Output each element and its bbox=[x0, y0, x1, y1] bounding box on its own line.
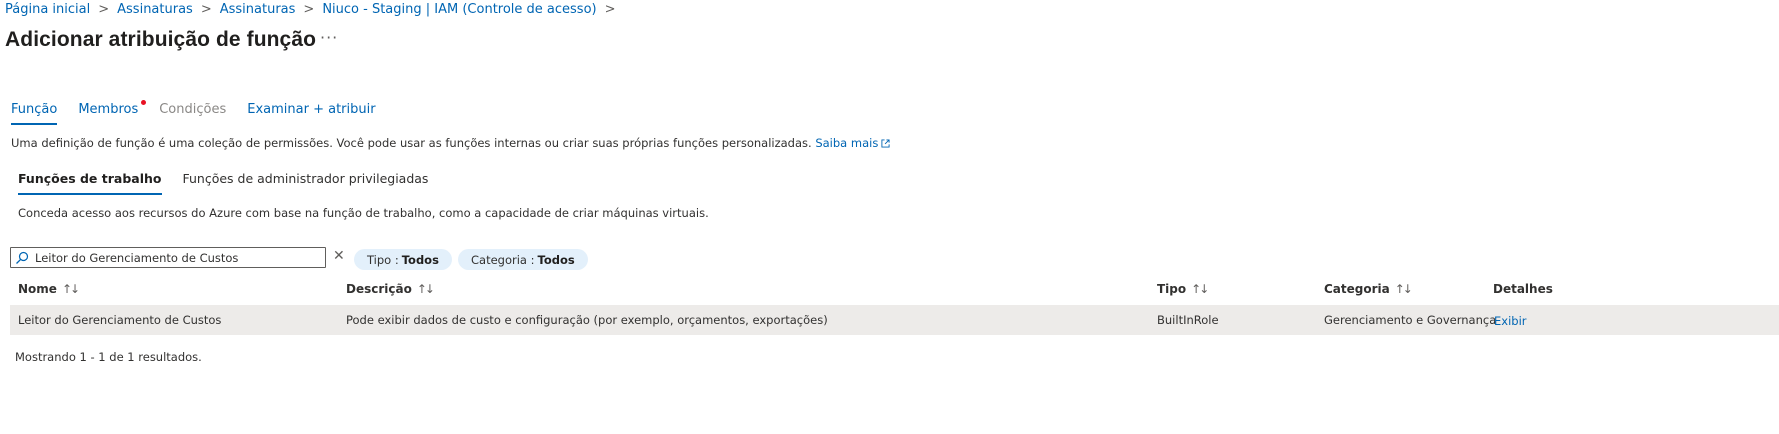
sort-icon[interactable]: ↑↓ bbox=[1191, 282, 1209, 296]
role-definition-description: Uma definição de função é uma coleção de… bbox=[11, 136, 890, 151]
cell-detalhes: Exibir bbox=[1494, 314, 1527, 328]
description-text: Uma definição de função é uma coleção de… bbox=[11, 136, 812, 150]
breadcrumb-separator: > bbox=[98, 2, 110, 17]
job-roles-description: Conceda acesso aos recursos do Azure com… bbox=[18, 206, 709, 220]
tab-membros-label: Membros bbox=[78, 102, 139, 117]
filter-categoria-pill[interactable]: Categoria : Todos bbox=[458, 249, 588, 270]
view-details-link[interactable]: Exibir bbox=[1494, 314, 1527, 328]
search-icon bbox=[16, 251, 29, 264]
breadcrumb-separator: > bbox=[303, 2, 315, 17]
sort-icon[interactable]: ↑↓ bbox=[417, 282, 435, 296]
column-header-descricao[interactable]: Descrição ↑↓ bbox=[346, 282, 435, 296]
filter-categoria-value: Todos bbox=[537, 252, 575, 267]
breadcrumb-separator: > bbox=[604, 2, 616, 17]
filter-tipo-value: Todos bbox=[401, 252, 439, 267]
breadcrumb: Página inicial > Assinaturas > Assinatur… bbox=[5, 2, 624, 17]
role-type-tabs: Funções de trabalho Funções de administr… bbox=[18, 168, 449, 195]
clear-search-icon[interactable]: ✕ bbox=[333, 248, 345, 264]
breadcrumb-subscriptions[interactable]: Assinaturas bbox=[117, 2, 193, 17]
cell-nome: Leitor do Gerenciamento de Custos bbox=[18, 313, 222, 327]
column-header-detalhes: Detalhes bbox=[1493, 282, 1553, 296]
tab-condicoes: Condições bbox=[159, 102, 227, 117]
tab-examinar-atribuir[interactable]: Examinar + atribuir bbox=[247, 98, 375, 125]
tab-funcao[interactable]: Função bbox=[11, 98, 58, 125]
breadcrumb-iam[interactable]: Niuco - Staging | IAM (Controle de acess… bbox=[322, 2, 596, 17]
column-header-nome[interactable]: Nome ↑↓ bbox=[18, 282, 80, 296]
column-header-tipo[interactable]: Tipo ↑↓ bbox=[1157, 282, 1209, 296]
column-header-descricao-label: Descrição bbox=[346, 282, 412, 296]
role-search-box bbox=[10, 247, 326, 268]
filter-tipo-pill[interactable]: Tipo : Todos bbox=[354, 249, 452, 270]
breadcrumb-separator: > bbox=[200, 2, 212, 17]
results-count: Mostrando 1 - 1 de 1 resultados. bbox=[15, 350, 202, 364]
sort-icon[interactable]: ↑↓ bbox=[62, 282, 80, 296]
cell-tipo: BuiltInRole bbox=[1157, 313, 1219, 327]
wizard-tabs: Função Membros Condições Examinar + atri… bbox=[11, 98, 397, 125]
column-header-detalhes-label: Detalhes bbox=[1493, 282, 1553, 296]
page-title: Adicionar atribuição de função bbox=[5, 28, 317, 51]
filter-categoria-label: Categoria : bbox=[471, 252, 535, 267]
column-header-categoria[interactable]: Categoria ↑↓ bbox=[1324, 282, 1413, 296]
tab-funcoes-admin-privilegiadas[interactable]: Funções de administrador privilegiadas bbox=[183, 168, 429, 195]
learn-more-label: Saiba mais bbox=[815, 136, 879, 150]
tab-membros[interactable]: Membros bbox=[78, 98, 147, 125]
more-options-button[interactable]: ··· bbox=[320, 28, 338, 47]
breadcrumb-subscriptions-2[interactable]: Assinaturas bbox=[220, 2, 296, 17]
required-dot-icon bbox=[141, 100, 147, 105]
filter-tipo-label: Tipo : bbox=[367, 252, 399, 267]
external-link-icon bbox=[881, 137, 890, 151]
column-header-tipo-label: Tipo bbox=[1157, 282, 1187, 296]
breadcrumb-home[interactable]: Página inicial bbox=[5, 2, 90, 17]
cell-descricao: Pode exibir dados de custo e configuraçã… bbox=[346, 313, 828, 327]
column-header-categoria-label: Categoria bbox=[1324, 282, 1390, 296]
sort-icon[interactable]: ↑↓ bbox=[1395, 282, 1413, 296]
column-header-nome-label: Nome bbox=[18, 282, 57, 296]
role-search-input[interactable] bbox=[35, 250, 315, 265]
tab-funcoes-trabalho[interactable]: Funções de trabalho bbox=[18, 168, 162, 195]
cell-categoria: Gerenciamento e Governança bbox=[1324, 313, 1497, 327]
learn-more-link[interactable]: Saiba mais bbox=[815, 136, 890, 150]
